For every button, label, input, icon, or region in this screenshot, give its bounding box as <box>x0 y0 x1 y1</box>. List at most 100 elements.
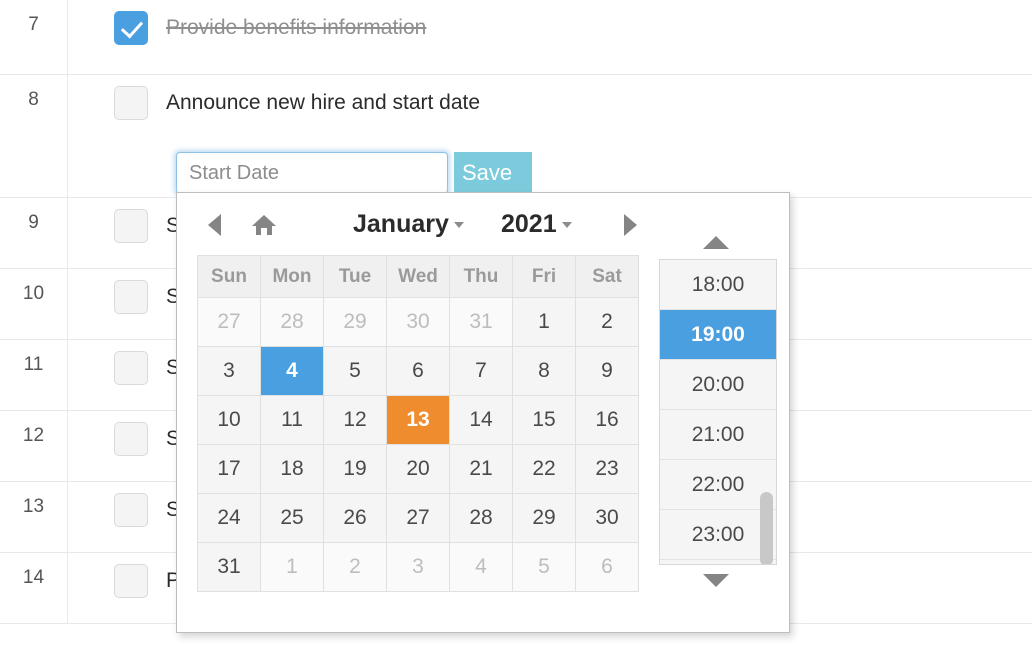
calendar-week-row: 31 1 2 3 4 5 6 <box>197 542 639 592</box>
time-list-scrollbar[interactable] <box>760 492 773 564</box>
calendar-day-cell[interactable]: 18 <box>260 444 324 494</box>
chevron-down-icon <box>453 222 464 228</box>
calendar-week-row: 10 11 12 13 14 15 16 <box>197 395 639 445</box>
calendar-day-cell[interactable]: 6 <box>386 346 450 396</box>
calendar-day-cell[interactable]: 12 <box>323 395 387 445</box>
calendar-day-cell[interactable]: 21 <box>449 444 513 494</box>
calendar-week-row: 24 25 26 27 28 29 30 <box>197 493 639 543</box>
calendar-day-cell[interactable]: 29 <box>323 297 387 347</box>
datetime-picker-popup: January 2021 Sun Mon Tue Wed Thu Fri Sat 27 28 2… <box>176 192 790 633</box>
time-picker-column: 18:00 19:00 20:00 21:00 22:00 23:00 <box>659 207 777 619</box>
calendar-day-cell[interactable]: 28 <box>260 297 324 347</box>
calendar-grid: Sun Mon Tue Wed Thu Fri Sat 27 28 29 30 31 1 2 3 4 5 6 7 8… <box>197 255 639 592</box>
task-checkbox[interactable] <box>114 564 148 598</box>
row-number: 8 <box>0 75 68 197</box>
task-checkbox[interactable] <box>114 280 148 314</box>
calendar-day-cell[interactable]: 29 <box>512 493 576 543</box>
home-icon <box>252 215 276 235</box>
task-checkbox[interactable] <box>114 351 148 385</box>
calendar-day-cell[interactable]: 1 <box>512 297 576 347</box>
calendar-day-cell[interactable]: 16 <box>575 395 639 445</box>
task-checkbox[interactable] <box>114 86 148 120</box>
time-option[interactable]: 18:00 <box>660 260 776 310</box>
time-list[interactable]: 18:00 19:00 20:00 21:00 22:00 23:00 <box>659 259 777 565</box>
time-scroll-up-button[interactable] <box>703 219 729 249</box>
calendar-day-cell[interactable]: 3 <box>197 346 261 396</box>
calendar-day-cell[interactable]: 27 <box>197 297 261 347</box>
row-number: 13 <box>0 482 68 552</box>
year-dropdown[interactable]: 2021 <box>501 210 572 239</box>
calendar-day-cell[interactable]: 14 <box>449 395 513 445</box>
row-number: 12 <box>0 411 68 481</box>
time-option[interactable]: 20:00 <box>660 360 776 410</box>
save-button[interactable]: Save <box>454 152 532 194</box>
time-option[interactable]: 19:00 <box>660 310 776 360</box>
calendar-week-row: 3456789 <box>197 346 639 396</box>
calendar-day-cell[interactable]: 1 <box>260 542 324 592</box>
calendar-week-row: 17 18 19 20 21 22 23 <box>197 444 639 494</box>
calendar-day-cell[interactable]: 3 <box>386 542 450 592</box>
calendar-day-cell[interactable]: 19 <box>323 444 387 494</box>
time-option[interactable]: 21:00 <box>660 410 776 460</box>
calendar-day-cell[interactable]: 9 <box>575 346 639 396</box>
task-cell: Provide benefits information <box>68 0 1032 74</box>
calendar-day-cell[interactable]: 6 <box>575 542 639 592</box>
time-scroll-down-button[interactable] <box>703 574 729 605</box>
weekday-header: Sat <box>575 255 639 298</box>
month-label: January <box>353 210 449 238</box>
calendar-day-cell[interactable]: 2 <box>575 297 639 347</box>
calendar-day-cell[interactable]: 28 <box>449 493 513 543</box>
calendar-day-cell[interactable]: 15 <box>512 395 576 445</box>
calendar-day-cell[interactable]: 5 <box>512 542 576 592</box>
calendar-day-cell[interactable]: 27 <box>386 493 450 543</box>
row-number: 9 <box>0 198 68 268</box>
calendar-day-cell[interactable]: 2 <box>323 542 387 592</box>
weekday-header: Thu <box>449 255 513 298</box>
task-checkbox[interactable] <box>114 493 148 527</box>
calendar-day-cell[interactable]: 31 <box>449 297 513 347</box>
calendar-day-cell[interactable]: 8 <box>512 346 576 396</box>
calendar-day-cell[interactable]: 23 <box>575 444 639 494</box>
month-dropdown[interactable]: January <box>353 210 464 239</box>
calendar-day-cell[interactable]: 17 <box>197 444 261 494</box>
calendar-day-cell[interactable]: 26 <box>323 493 387 543</box>
weekday-header: Tue <box>323 255 387 298</box>
calendar-day-cell[interactable]: 20 <box>386 444 450 494</box>
weekday-header: Fri <box>512 255 576 298</box>
task-checkbox[interactable] <box>114 422 148 456</box>
next-month-button[interactable] <box>615 211 645 239</box>
weekday-header: Sun <box>197 255 261 298</box>
home-today-button[interactable] <box>249 211 279 239</box>
task-checkbox[interactable] <box>114 11 148 45</box>
calendar-day-cell[interactable]: 4 <box>260 346 324 396</box>
calendar-day-cell[interactable]: 22 <box>512 444 576 494</box>
row-number: 11 <box>0 340 68 410</box>
prev-month-button[interactable] <box>199 211 229 239</box>
calendar-weekday-header: Sun Mon Tue Wed Thu Fri Sat <box>197 255 639 298</box>
row-number: 14 <box>0 553 68 623</box>
calendar-day-cell[interactable]: 31 <box>197 542 261 592</box>
task-checkbox[interactable] <box>114 209 148 243</box>
calendar-day-cell[interactable]: 10 <box>197 395 261 445</box>
triangle-up-icon <box>703 219 729 249</box>
time-option[interactable]: 22:00 <box>660 460 776 510</box>
start-date-input[interactable] <box>176 152 448 194</box>
calendar-day-cell[interactable]: 30 <box>575 493 639 543</box>
triangle-down-icon <box>703 574 729 604</box>
weekday-header: Mon <box>260 255 324 298</box>
calendar-day-cell[interactable]: 25 <box>260 493 324 543</box>
calendar-day-cell[interactable]: 13 <box>386 395 450 445</box>
chevron-down-icon <box>561 222 572 228</box>
triangle-left-icon <box>207 214 221 236</box>
calendar-day-cell[interactable]: 11 <box>260 395 324 445</box>
start-date-editor: Save <box>176 152 532 194</box>
calendar-day-cell[interactable]: 7 <box>449 346 513 396</box>
calendar-day-cell[interactable]: 30 <box>386 297 450 347</box>
calendar-day-cell[interactable]: 4 <box>449 542 513 592</box>
calendar-days: 27 28 29 30 31 1 2 3 4 5 6 7 8 9 10 11 12 13 14 15 16 17 18 19 2… <box>197 297 639 592</box>
calendar-day-cell[interactable]: 5 <box>323 346 387 396</box>
time-option[interactable]: 23:00 <box>660 510 776 560</box>
weekday-header: Wed <box>386 255 450 298</box>
row-number: 10 <box>0 269 68 339</box>
calendar-day-cell[interactable]: 24 <box>197 493 261 543</box>
